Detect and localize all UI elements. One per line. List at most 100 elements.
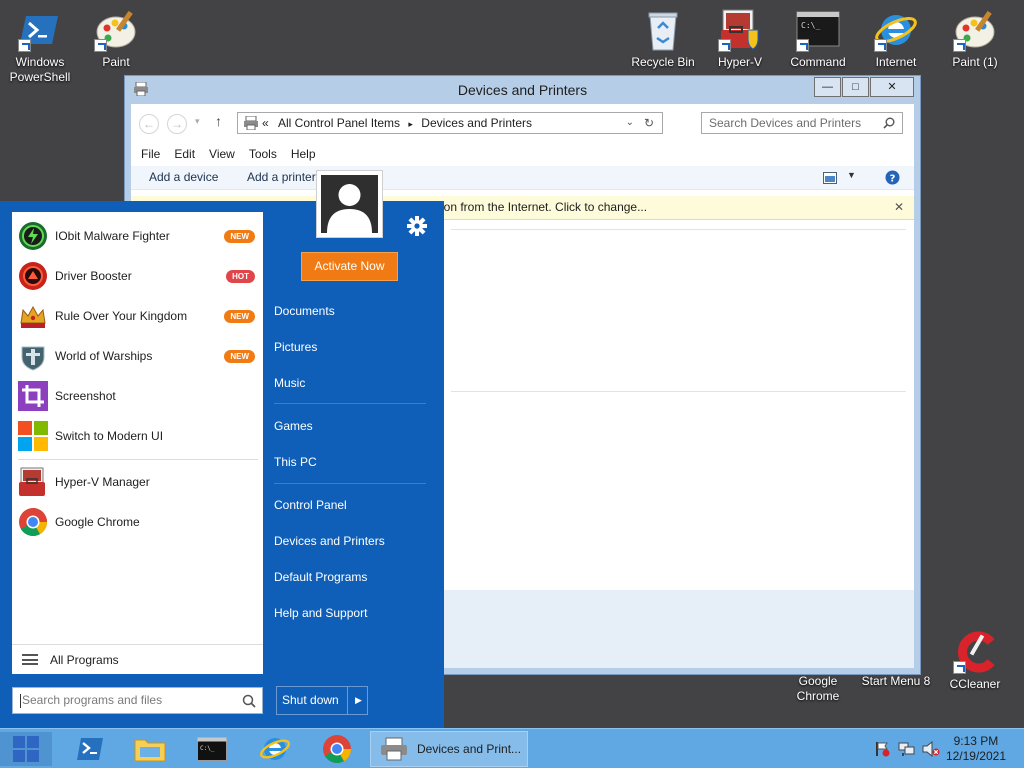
- user-avatar[interactable]: [316, 170, 383, 238]
- minimize-button[interactable]: —: [814, 77, 841, 97]
- system-clock[interactable]: 9:13 PM 12/19/2021: [946, 734, 1006, 764]
- desktop-icon-label: CCleaner: [949, 677, 1001, 691]
- start-search-input[interactable]: Search programs and files: [12, 687, 263, 714]
- link-documents[interactable]: Documents: [274, 304, 335, 318]
- menu-help[interactable]: Help: [291, 147, 316, 161]
- hot-badge: HOT: [226, 270, 255, 283]
- address-bar[interactable]: « All Control Panel Items ▸ Devices and …: [237, 112, 663, 134]
- hamburger-menu-icon: [22, 654, 38, 665]
- recent-chevron-icon[interactable]: ▾: [195, 116, 200, 127]
- programs-separator: [18, 459, 258, 460]
- view-options-icon[interactable]: [823, 172, 837, 184]
- program-screenshot[interactable]: Screenshot: [18, 378, 258, 414]
- network-icon[interactable]: [898, 741, 916, 760]
- user-silhouette-icon: [321, 175, 378, 233]
- link-control-panel[interactable]: Control Panel: [274, 498, 347, 512]
- add-printer-button[interactable]: Add a printer: [247, 170, 316, 184]
- shut-down-divider: [347, 687, 348, 714]
- shut-down-button[interactable]: Shut down ▶: [276, 686, 368, 715]
- desktop-icon-label: Command: [790, 55, 846, 69]
- breadcrumb: All Control Panel Items ▸ Devices and Pr…: [278, 113, 532, 134]
- view-dropdown-chevron-icon[interactable]: ▼: [847, 170, 856, 180]
- program-switch-to-modern-ui[interactable]: Switch to Modern UI: [18, 418, 258, 454]
- back-arrow-icon[interactable]: ←: [139, 114, 159, 134]
- title-bar[interactable]: Devices and Printers — □ ✕: [125, 76, 920, 104]
- taskbar-google-chrome[interactable]: [307, 732, 367, 766]
- clock-time: 9:13 PM: [953, 734, 999, 748]
- desktop-icon-label: Windows PowerShell: [9, 55, 71, 84]
- crop-icon: [18, 381, 48, 411]
- crown-icon: [18, 301, 48, 331]
- taskbar-powershell[interactable]: [60, 732, 120, 766]
- desktop-icon-ccleaner[interactable]: CCleaner: [935, 630, 1015, 692]
- activate-now-button[interactable]: Activate Now: [301, 252, 398, 281]
- command-bar: Add a device Add a printer ▼ ?: [131, 166, 914, 190]
- forward-arrow-icon[interactable]: →: [167, 114, 187, 134]
- new-badge: NEW: [224, 350, 255, 363]
- search-icon: [883, 117, 895, 129]
- taskbar-internet-explorer[interactable]: [245, 732, 305, 766]
- start-button[interactable]: [0, 732, 52, 766]
- taskbar-devices-and-printers[interactable]: Devices and Print...: [370, 731, 528, 767]
- printer-icon: [244, 116, 258, 130]
- program-rule-over-your-kingdom[interactable]: Rule Over Your Kingdom NEW: [18, 298, 258, 334]
- desktop-icon-hyperv[interactable]: Hyper-V: [700, 8, 780, 70]
- breadcrumb-overflow[interactable]: «: [262, 113, 269, 133]
- desktop-icon-label: Hyper-V: [717, 55, 762, 69]
- link-default-programs[interactable]: Default Programs: [274, 570, 367, 584]
- menu-edit[interactable]: Edit: [174, 147, 195, 161]
- desktop-icon-start-menu-8[interactable]: Start Menu 8: [856, 674, 936, 689]
- settings-gear-icon[interactable]: [406, 215, 428, 237]
- program-world-of-warships[interactable]: World of Warships NEW: [18, 338, 258, 374]
- folder-icon: [134, 739, 166, 762]
- close-icon[interactable]: ✕: [894, 196, 904, 219]
- close-button[interactable]: ✕: [870, 77, 914, 97]
- refresh-icon[interactable]: ↻: [644, 113, 654, 133]
- program-name: Driver Booster: [55, 269, 132, 283]
- links-separator: [274, 403, 426, 404]
- desktop-icon-command[interactable]: C:\_ Command: [778, 8, 858, 70]
- taskbar-file-explorer[interactable]: [120, 732, 180, 766]
- program-name: Switch to Modern UI: [55, 429, 164, 443]
- action-center-flag-icon[interactable]: [874, 741, 890, 760]
- start-search-placeholder: Search programs and files: [22, 693, 163, 707]
- new-badge: NEW: [224, 230, 255, 243]
- link-devices-and-printers[interactable]: Devices and Printers: [274, 534, 385, 548]
- link-music[interactable]: Music: [274, 376, 305, 390]
- printer-icon: [381, 737, 407, 761]
- taskbar-command-prompt[interactable]: C:\_: [182, 732, 242, 766]
- program-google-chrome[interactable]: Google Chrome: [18, 504, 258, 540]
- link-this-pc[interactable]: This PC: [274, 455, 317, 469]
- link-games[interactable]: Games: [274, 419, 313, 433]
- desktop-icon-recycle-bin[interactable]: Recycle Bin: [623, 8, 703, 70]
- program-hyper-v-manager[interactable]: Hyper-V Manager: [18, 464, 258, 500]
- program-driver-booster[interactable]: Driver Booster HOT: [18, 258, 258, 294]
- desktop-icon-paint[interactable]: Paint: [76, 8, 156, 70]
- desktop-icon-google-chrome[interactable]: Google Chrome: [778, 674, 858, 704]
- breadcrumb-all-control-panel-items[interactable]: All Control Panel Items: [278, 116, 400, 130]
- new-badge: NEW: [224, 310, 255, 323]
- menu-view[interactable]: View: [209, 147, 235, 161]
- breadcrumb-separator[interactable]: ▸: [408, 119, 413, 129]
- menu-file[interactable]: File: [141, 147, 160, 161]
- maximize-button[interactable]: □: [842, 77, 869, 97]
- desktop-icon-internet[interactable]: Internet: [856, 8, 936, 70]
- breadcrumb-devices-and-printers[interactable]: Devices and Printers: [421, 116, 532, 130]
- link-help-and-support[interactable]: Help and Support: [274, 606, 367, 620]
- desktop-icon-paint-1[interactable]: Paint (1): [935, 8, 1015, 70]
- all-programs-button[interactable]: All Programs: [12, 644, 263, 674]
- volume-muted-icon[interactable]: [922, 740, 940, 760]
- address-dropdown-chevron-icon[interactable]: ⌄: [626, 113, 634, 133]
- menu-tools[interactable]: Tools: [249, 147, 277, 161]
- windows-logo-icon: [13, 736, 39, 762]
- help-icon[interactable]: ?: [885, 170, 900, 185]
- shut-down-options-arrow-icon[interactable]: ▶: [355, 687, 362, 714]
- search-devices-input[interactable]: Search Devices and Printers: [701, 112, 903, 134]
- desktop-icon-powershell[interactable]: Windows PowerShell: [0, 8, 80, 85]
- up-arrow-icon[interactable]: ↑: [215, 113, 222, 129]
- link-pictures[interactable]: Pictures: [274, 340, 317, 354]
- section-divider: [451, 229, 906, 230]
- add-device-button[interactable]: Add a device: [149, 170, 218, 184]
- clock-date: 12/19/2021: [945, 749, 1006, 763]
- program-iobit-malware-fighter[interactable]: IObit Malware Fighter NEW: [18, 218, 258, 254]
